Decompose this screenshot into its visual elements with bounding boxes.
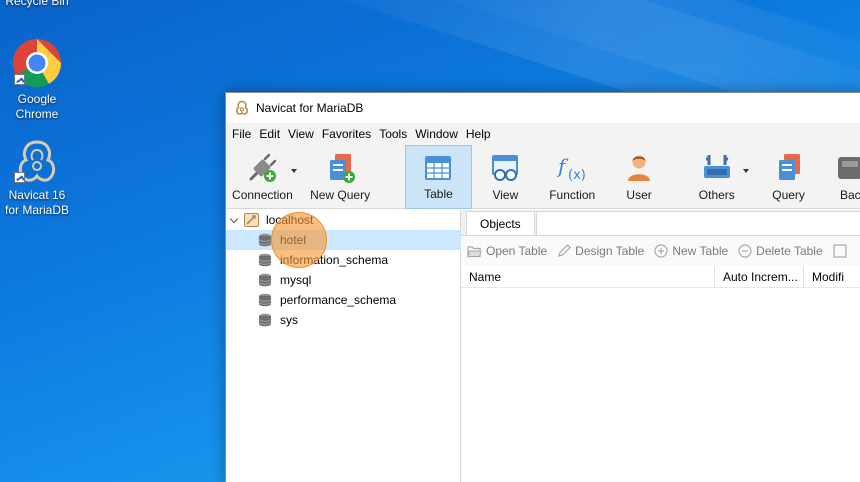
function-fx-icon: f (x) — [556, 154, 586, 183]
table-button[interactable]: Table — [405, 145, 472, 209]
menu-edit[interactable]: Edit — [255, 127, 284, 141]
menu-view[interactable]: View — [284, 127, 318, 141]
tree-database-sys[interactable]: sys — [226, 310, 476, 330]
tree-label: mysql — [280, 273, 312, 287]
connection-plug-icon — [249, 153, 277, 182]
action-label: Delete Table — [756, 244, 823, 258]
new-query-icon — [330, 154, 356, 183]
backup-button[interactable]: Bac — [824, 145, 860, 209]
others-tools-icon — [703, 155, 730, 178]
window-title: Navicat for MariaDB — [256, 101, 364, 115]
tab-objects[interactable]: Objects — [466, 211, 535, 235]
user-button[interactable]: User — [606, 145, 673, 209]
menu-file[interactable]: File — [228, 127, 255, 141]
menu-help[interactable]: Help — [462, 127, 495, 141]
toolbar-label: Others — [698, 188, 735, 202]
open-table-button[interactable]: Open Table — [467, 244, 547, 258]
menu-favorites[interactable]: Favorites — [318, 127, 375, 141]
database-icon — [258, 233, 272, 247]
toolbar-label: View — [492, 188, 519, 202]
plus-circle-icon — [654, 244, 668, 258]
desktop-icon-recycle-bin[interactable]: Recycle Bin — [0, 0, 74, 9]
column-header-auto-increment[interactable]: Auto Increm... — [715, 265, 804, 288]
view-glasses-icon — [492, 155, 519, 181]
navicat-window: Navicat for MariaDB File Edit View Favor… — [225, 92, 860, 482]
new-query-button[interactable]: New Query — [299, 145, 382, 209]
database-icon — [258, 273, 272, 287]
view-button[interactable]: View — [472, 145, 539, 209]
tree-database-performance-schema[interactable]: performance_schema — [226, 290, 476, 310]
function-button[interactable]: f (x) Function — [539, 145, 606, 209]
shortcut-arrow-icon — [14, 172, 25, 183]
desktop-icon-navicat[interactable]: Navicat 16 for MariaDB — [0, 136, 74, 218]
navigation-pane: localhost hotel information_schema — [226, 210, 476, 482]
main-toolbar: Connection New Query Table View f (x) Fu… — [226, 145, 860, 209]
import-icon — [833, 244, 847, 258]
title-bar[interactable]: Navicat for MariaDB — [226, 93, 860, 123]
folder-open-icon — [467, 245, 482, 257]
design-table-button[interactable]: Design Table — [557, 244, 644, 258]
import-button[interactable] — [833, 244, 851, 258]
action-label: Design Table — [575, 244, 645, 258]
action-label: New Table — [672, 244, 729, 258]
tab-strip: Objects — [461, 210, 860, 236]
chevron-down-icon — [290, 169, 297, 173]
new-table-button[interactable]: New Table — [654, 244, 728, 258]
user-icon — [628, 155, 651, 181]
pencil-icon — [558, 244, 572, 257]
desktop-icon-google-chrome[interactable]: Google Chrome — [0, 38, 74, 122]
shortcut-arrow-icon — [14, 74, 25, 85]
menu-window[interactable]: Window — [411, 127, 462, 141]
navicat-app-icon — [235, 100, 249, 115]
objects-grid-header: Name Auto Increm... Modifi — [461, 265, 860, 288]
tab-strip-filler — [535, 211, 860, 235]
tree-connection-localhost[interactable]: localhost — [226, 210, 476, 230]
toolbar-label: Query — [772, 188, 805, 202]
toolbar-label: User — [626, 188, 652, 202]
delete-table-button[interactable]: Delete Table — [738, 244, 823, 258]
table-icon — [425, 156, 452, 180]
column-header-name[interactable]: Name — [461, 265, 715, 288]
column-label: Modifi — [812, 269, 845, 284]
connection-button[interactable]: Connection — [226, 145, 299, 209]
others-button[interactable]: Others — [680, 145, 753, 209]
toolbar-label: Function — [549, 188, 596, 202]
desktop-icon-label: Recycle Bin — [5, 0, 69, 8]
chevron-down-icon[interactable] — [229, 214, 239, 224]
action-label: Open Table — [486, 244, 548, 258]
database-icon — [258, 253, 272, 267]
query-button[interactable]: Query — [753, 145, 824, 209]
query-icon — [778, 154, 800, 180]
menu-bar: File Edit View Favorites Tools Window He… — [226, 123, 860, 145]
click-indicator — [271, 212, 327, 268]
database-icon — [258, 293, 272, 307]
toolbar-label: New Query — [310, 188, 371, 202]
tree-database-mysql[interactable]: mysql — [226, 270, 476, 290]
column-label: Name — [469, 269, 502, 284]
backup-icon — [838, 157, 860, 179]
tab-label: Objects — [480, 216, 521, 231]
column-label: Auto Increm... — [723, 269, 798, 284]
tree-database-information-schema[interactable]: information_schema — [226, 250, 476, 270]
tree-label: sys — [280, 313, 298, 327]
chevron-down-icon — [743, 169, 750, 173]
desktop-icon-label: Google Chrome — [15, 92, 59, 121]
toolbar-label: Bac — [840, 188, 860, 202]
objects-pane: Objects Open Table Design Table New Tabl… — [461, 210, 860, 482]
tree-label: performance_schema — [280, 293, 397, 307]
desktop-icon-label: Navicat 16 for MariaDB — [4, 188, 69, 217]
toolbar-label: Connection — [232, 188, 293, 202]
toolbar-label: Table — [424, 187, 453, 201]
svg-text:(x): (x) — [568, 168, 586, 183]
column-header-modified[interactable]: Modifi — [804, 266, 860, 288]
menu-tools[interactable]: Tools — [375, 127, 411, 141]
objects-toolbar: Open Table Design Table New Table Delete… — [461, 236, 860, 266]
minus-circle-icon — [738, 244, 752, 258]
connection-icon — [244, 213, 259, 227]
tree-database-hotel[interactable]: hotel — [226, 230, 476, 250]
database-icon — [258, 313, 272, 327]
